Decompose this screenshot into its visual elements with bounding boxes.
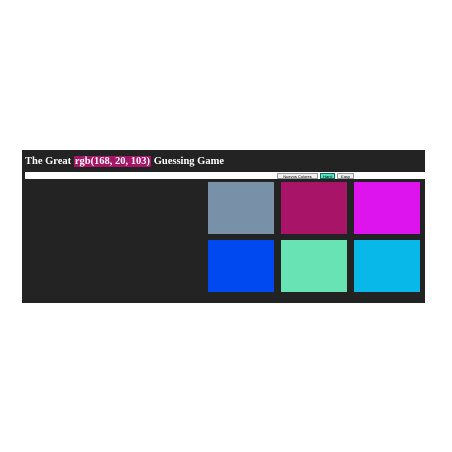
target-rgb-display: rgb(168, 20, 103) xyxy=(73,155,152,167)
color-square[interactable] xyxy=(354,182,420,234)
title-prefix: The Great xyxy=(25,155,72,167)
color-square[interactable] xyxy=(208,240,274,292)
color-square[interactable] xyxy=(281,182,347,234)
title-suffix: Guessing Game xyxy=(153,155,224,167)
color-squares-board xyxy=(22,179,425,303)
color-square[interactable] xyxy=(354,240,420,292)
hard-mode-button[interactable]: Hard xyxy=(320,172,335,179)
page-title: The Great rgb(168, 20, 103) Guessing Gam… xyxy=(22,155,224,167)
controls-bar: Nuevos Colores Hard Easy xyxy=(25,172,425,179)
easy-mode-button[interactable]: Easy xyxy=(337,172,354,179)
color-square[interactable] xyxy=(208,182,274,234)
new-colors-button[interactable]: Nuevos Colores xyxy=(277,172,318,179)
game-container: The Great rgb(168, 20, 103) Guessing Gam… xyxy=(22,150,425,303)
color-square[interactable] xyxy=(281,240,347,292)
header: The Great rgb(168, 20, 103) Guessing Gam… xyxy=(22,150,425,172)
